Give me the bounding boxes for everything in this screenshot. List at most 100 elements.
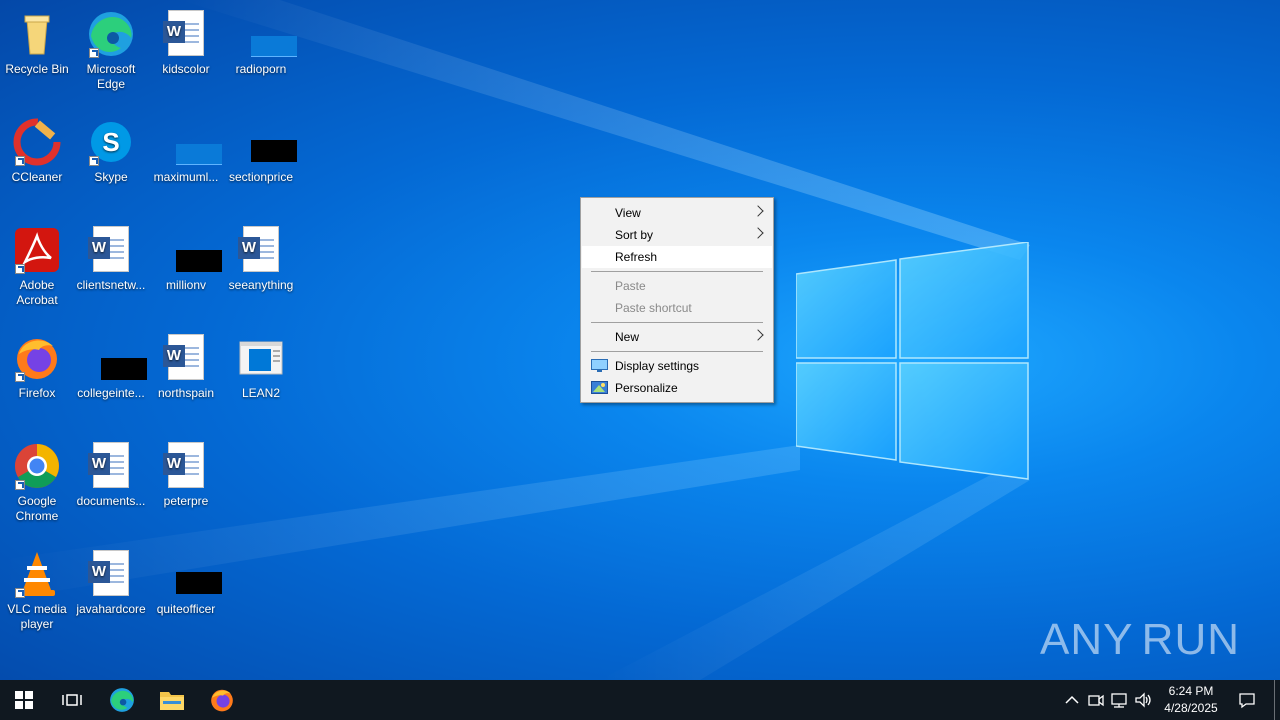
- notifications-icon[interactable]: [1237, 690, 1257, 710]
- desktop-icon-clientsnetw[interactable]: W clientsnetw...: [74, 222, 148, 293]
- word-document-icon: W: [237, 226, 285, 274]
- network-icon[interactable]: [1109, 690, 1129, 710]
- watermark-right: RUN: [1141, 615, 1240, 664]
- desktop-icon-label: collegeinte...: [77, 386, 145, 400]
- word-document-icon: W: [162, 10, 210, 58]
- shortcut-arrow-icon: [89, 48, 99, 58]
- edge-icon: [110, 688, 134, 712]
- file-explorer-icon: [160, 692, 184, 710]
- firefox-icon: [211, 689, 233, 712]
- clock-date: 4/28/2025: [1164, 701, 1218, 715]
- desktop-icon-microsoft-edge[interactable]: Microsoft Edge: [74, 6, 148, 92]
- desktop-icon-peterpre[interactable]: W peterpre: [149, 438, 223, 509]
- desktop-context-menu: View Sort by Refresh Paste Paste shortcu…: [580, 197, 774, 403]
- clock-time: 6:24 PM: [1168, 684, 1214, 698]
- desktop-icon-label: sectionprice: [228, 170, 294, 184]
- menu-item-display-settings[interactable]: Display settings: [582, 355, 772, 377]
- volume-icon[interactable]: [1133, 690, 1153, 710]
- menu-separator: [591, 271, 763, 272]
- desktop-icon-northspain[interactable]: W northspain: [149, 330, 223, 401]
- desktop-icon-lean2[interactable]: LEAN2: [224, 330, 298, 401]
- display-settings-icon: [591, 359, 608, 372]
- desktop-icon-label: Adobe Acrobat: [16, 278, 58, 307]
- desktop-icon-documents[interactable]: W documents...: [74, 438, 148, 509]
- taskbar-edge-button[interactable]: [98, 680, 146, 720]
- desktop[interactable]: ANY RUN Recycle Bin CCleaner Adobe Acrob…: [0, 0, 1280, 680]
- desktop-icon-label: Skype: [94, 170, 128, 184]
- desktop-icon-label: VLC media player: [7, 602, 67, 631]
- desktop-icon-google-chrome[interactable]: Google Chrome: [0, 438, 74, 524]
- desktop-icon-collegeinte[interactable]: collegeinte...: [74, 330, 148, 401]
- menu-item-new[interactable]: New: [582, 326, 772, 348]
- menu-item-label: View: [615, 206, 641, 220]
- desktop-icon-adobe-acrobat[interactable]: Adobe Acrobat: [0, 222, 74, 308]
- menu-item-label: Display settings: [615, 359, 700, 373]
- edge-icon: [87, 10, 135, 58]
- shortcut-arrow-icon: [15, 588, 25, 598]
- black-file-icon: [87, 334, 147, 382]
- chevron-up-icon[interactable]: [1062, 690, 1082, 710]
- shortcut-arrow-icon: [15, 264, 25, 274]
- show-desktop-button[interactable]: [1274, 680, 1275, 720]
- desktop-icon-label: Firefox: [18, 386, 56, 400]
- menu-item-refresh[interactable]: Refresh: [582, 246, 772, 268]
- desktop-icon-label: clientsnetw...: [76, 278, 146, 292]
- shortcut-arrow-icon: [15, 480, 25, 490]
- taskbar-firefox-button[interactable]: [198, 680, 246, 720]
- menu-item-label: Paste: [615, 279, 646, 293]
- black-file-icon: [237, 118, 297, 166]
- start-icon: [15, 691, 33, 709]
- menu-item-sort-by[interactable]: Sort by: [582, 224, 772, 246]
- shortcut-arrow-icon: [89, 156, 99, 166]
- desktop-icon-seeanything[interactable]: W seeanything: [224, 222, 298, 293]
- desktop-icon-vlc[interactable]: VLC media player: [0, 546, 74, 632]
- chevron-right-icon: [752, 227, 764, 239]
- black-file-icon: [162, 550, 222, 598]
- desktop-icon-label: CCleaner: [11, 170, 63, 184]
- menu-item-personalize[interactable]: Personalize: [582, 377, 772, 399]
- desktop-icon-kidscolor[interactable]: W kidscolor: [149, 6, 223, 77]
- desktop-icon-quiteofficer[interactable]: quiteofficer: [149, 546, 223, 617]
- desktop-icon-maximuml[interactable]: maximuml...: [149, 114, 223, 185]
- ccleaner-icon: [13, 118, 61, 166]
- black-file-icon: [162, 226, 222, 274]
- desktop-icon-millionv[interactable]: millionv: [149, 222, 223, 293]
- watermark-left: ANY: [1040, 615, 1134, 664]
- menu-item-label: Refresh: [615, 250, 658, 264]
- desktop-icon-firefox[interactable]: Firefox: [0, 330, 74, 401]
- taskbar-file-explorer-button[interactable]: [148, 680, 196, 720]
- desktop-icon-label: northspain: [157, 386, 215, 400]
- acrobat-icon: [13, 226, 61, 274]
- menu-item-label: Sort by: [615, 228, 654, 242]
- desktop-icon-skype[interactable]: S Skype: [74, 114, 148, 185]
- desktop-icon-sectionprice[interactable]: sectionprice: [224, 114, 298, 185]
- taskbar-clock[interactable]: 6:24 PM 4/28/2025: [1160, 683, 1222, 717]
- firefox-icon: [13, 334, 61, 382]
- desktop-icon-label: Microsoft Edge: [86, 62, 136, 91]
- menu-item-paste[interactable]: Paste: [582, 275, 772, 297]
- blank-file-icon: [237, 10, 297, 58]
- desktop-icon-label: Recycle Bin: [5, 62, 69, 76]
- personalize-icon: [591, 381, 608, 394]
- desktop-icon-label: maximuml...: [153, 170, 219, 184]
- menu-item-view[interactable]: View: [582, 202, 772, 224]
- desktop-icon-recycle-bin[interactable]: Recycle Bin: [0, 6, 74, 77]
- desktop-icon-label: radioporn: [235, 62, 287, 76]
- task-view-icon: [62, 694, 82, 706]
- desktop-icon-label: peterpre: [163, 494, 209, 508]
- desktop-icon-label: seeanything: [228, 278, 294, 292]
- task-view-button[interactable]: [48, 680, 96, 720]
- menu-item-paste-shortcut[interactable]: Paste shortcut: [582, 297, 772, 319]
- blank-file-icon: [162, 118, 222, 166]
- meet-now-icon[interactable]: [1086, 690, 1106, 710]
- word-document-icon: W: [162, 334, 210, 382]
- shortcut-arrow-icon: [15, 156, 25, 166]
- desktop-icon-label: LEAN2: [241, 386, 281, 400]
- word-document-icon: W: [87, 226, 135, 274]
- desktop-icon-radioporn[interactable]: radioporn: [224, 6, 298, 77]
- menu-separator: [591, 351, 763, 352]
- desktop-icon-label: kidscolor: [162, 62, 210, 76]
- start-button[interactable]: [0, 680, 48, 720]
- desktop-icon-javahardcore[interactable]: W javahardcore: [74, 546, 148, 617]
- desktop-icon-ccleaner[interactable]: CCleaner: [0, 114, 74, 185]
